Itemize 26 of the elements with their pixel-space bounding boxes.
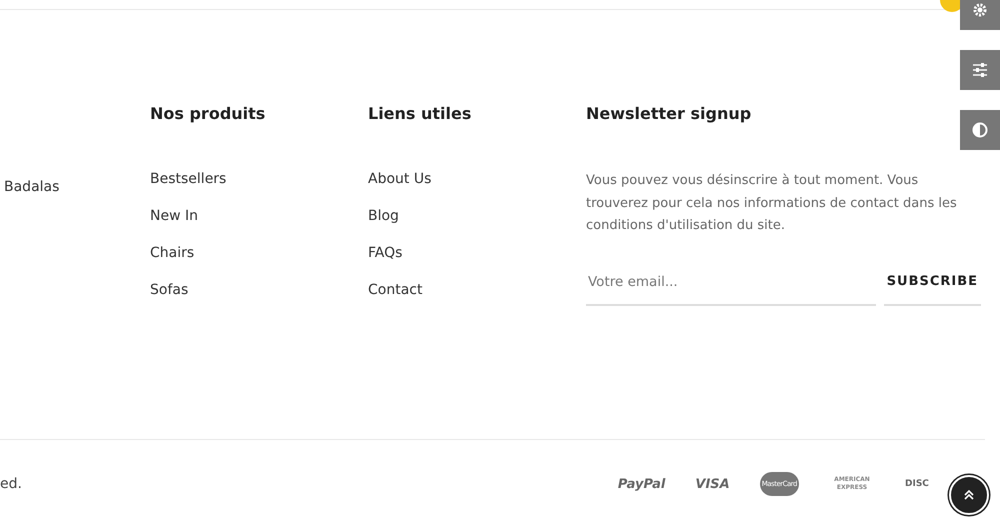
copyright-text: ed. (0, 476, 22, 492)
newsletter-description: Vous pouvez vous désinscrire à tout moment. Vous trouverez pour cela nos informations de contact dans les conditions d'utilisation du site. (586, 172, 958, 235)
settings-button[interactable] (960, 0, 1000, 30)
contrast-button[interactable] (960, 110, 1000, 150)
footer-link[interactable]: Sofas (150, 281, 188, 299)
column-heading: Newsletter signup (586, 103, 752, 125)
visa-logo: VISA (695, 476, 730, 492)
contrast-icon (972, 122, 988, 138)
footer-link[interactable]: Blog (368, 207, 399, 225)
footer-link[interactable]: Contact (368, 281, 422, 299)
address-text: Badalas (3, 179, 60, 195)
subscribe-button[interactable]: SUBSCRIBE (884, 266, 981, 306)
scroll-top-button[interactable] (949, 475, 989, 515)
footer-link[interactable]: About Us (368, 170, 432, 188)
discover-logo: DISC (905, 479, 930, 489)
footer-link[interactable]: FAQs (368, 244, 402, 262)
column-heading: Nos produits (150, 103, 266, 125)
settings-icon (972, 2, 988, 18)
paypal-logo: PayPal (618, 476, 666, 492)
column-heading: Liens utiles (368, 103, 472, 125)
sliders-icon (972, 63, 988, 77)
chevrons-up-icon (963, 489, 975, 501)
footer-link[interactable]: Bestsellers (150, 170, 226, 188)
footer-link[interactable]: New In (150, 207, 198, 225)
footer-link[interactable]: Chairs (150, 244, 194, 262)
filter-button[interactable] (960, 50, 1000, 90)
